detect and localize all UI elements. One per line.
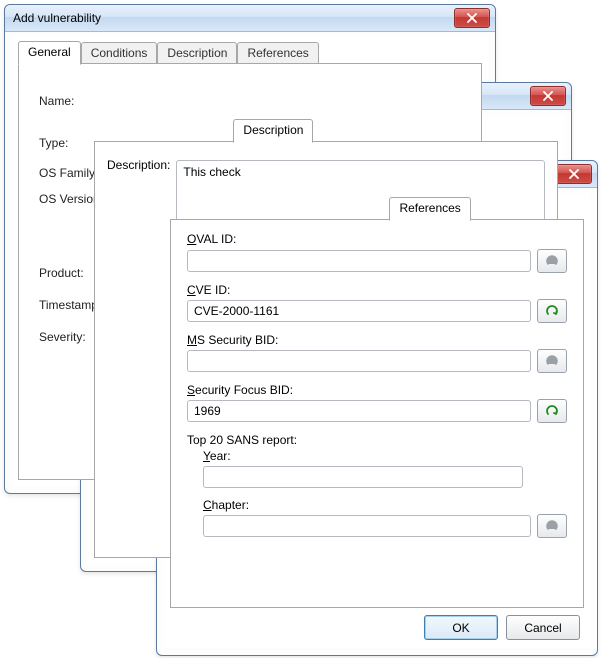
- name-label: Name:: [39, 94, 465, 108]
- ms-link-button[interactable]: [537, 349, 567, 373]
- link-arrow-icon: [545, 254, 559, 268]
- tab-references[interactable]: References: [389, 197, 470, 221]
- security-focus-bid-label: Security Focus BID:: [187, 383, 567, 397]
- close-button[interactable]: [556, 164, 592, 184]
- chapter-input[interactable]: [203, 515, 531, 537]
- ms-security-bid-input[interactable]: [187, 350, 531, 372]
- cve-id-label: CVE ID:: [187, 283, 567, 297]
- close-icon: [543, 91, 553, 101]
- ms-security-bid-label: MS Security BID:: [187, 333, 567, 347]
- description-text: This check: [183, 165, 240, 179]
- oval-link-button[interactable]: [537, 249, 567, 273]
- add-vulnerability-dialog-front: Add vulnerability General Conditions Des…: [156, 160, 598, 656]
- close-button[interactable]: [454, 8, 490, 28]
- oval-id-input[interactable]: [187, 250, 531, 272]
- tab-description[interactable]: Description: [233, 119, 313, 143]
- tab-general[interactable]: General: [18, 41, 81, 65]
- oval-id-label: OVAL ID:: [187, 232, 567, 246]
- link-arrow-icon: [545, 304, 559, 318]
- ok-button[interactable]: OK: [424, 615, 498, 640]
- link-arrow-icon: [545, 404, 559, 418]
- ok-label: OK: [452, 621, 469, 635]
- year-input[interactable]: [203, 466, 523, 488]
- close-button[interactable]: [530, 86, 566, 106]
- description-label: Description:: [107, 158, 170, 547]
- chapter-link-button[interactable]: [537, 514, 567, 538]
- year-label: Year:: [203, 449, 567, 463]
- tabpanel-references: OVAL ID: CVE ID: MS Security BID:: [170, 219, 584, 608]
- cancel-button[interactable]: Cancel: [506, 615, 580, 640]
- sans-report-label: Top 20 SANS report:: [187, 433, 567, 447]
- chapter-label: Chapter:: [203, 498, 567, 512]
- tabstrip: General Conditions Description Reference…: [18, 41, 488, 65]
- titlebar[interactable]: Add vulnerability: [5, 5, 495, 32]
- link-arrow-icon: [545, 519, 559, 533]
- close-icon: [467, 13, 477, 23]
- cancel-label: Cancel: [524, 621, 561, 635]
- cve-id-input[interactable]: [187, 300, 531, 322]
- cve-link-button[interactable]: [537, 299, 567, 323]
- security-focus-bid-input[interactable]: [187, 400, 531, 422]
- link-arrow-icon: [545, 354, 559, 368]
- close-icon: [569, 169, 579, 179]
- dialog-buttons: OK Cancel: [424, 615, 580, 640]
- dialog-title: Add vulnerability: [13, 11, 101, 25]
- sf-link-button[interactable]: [537, 399, 567, 423]
